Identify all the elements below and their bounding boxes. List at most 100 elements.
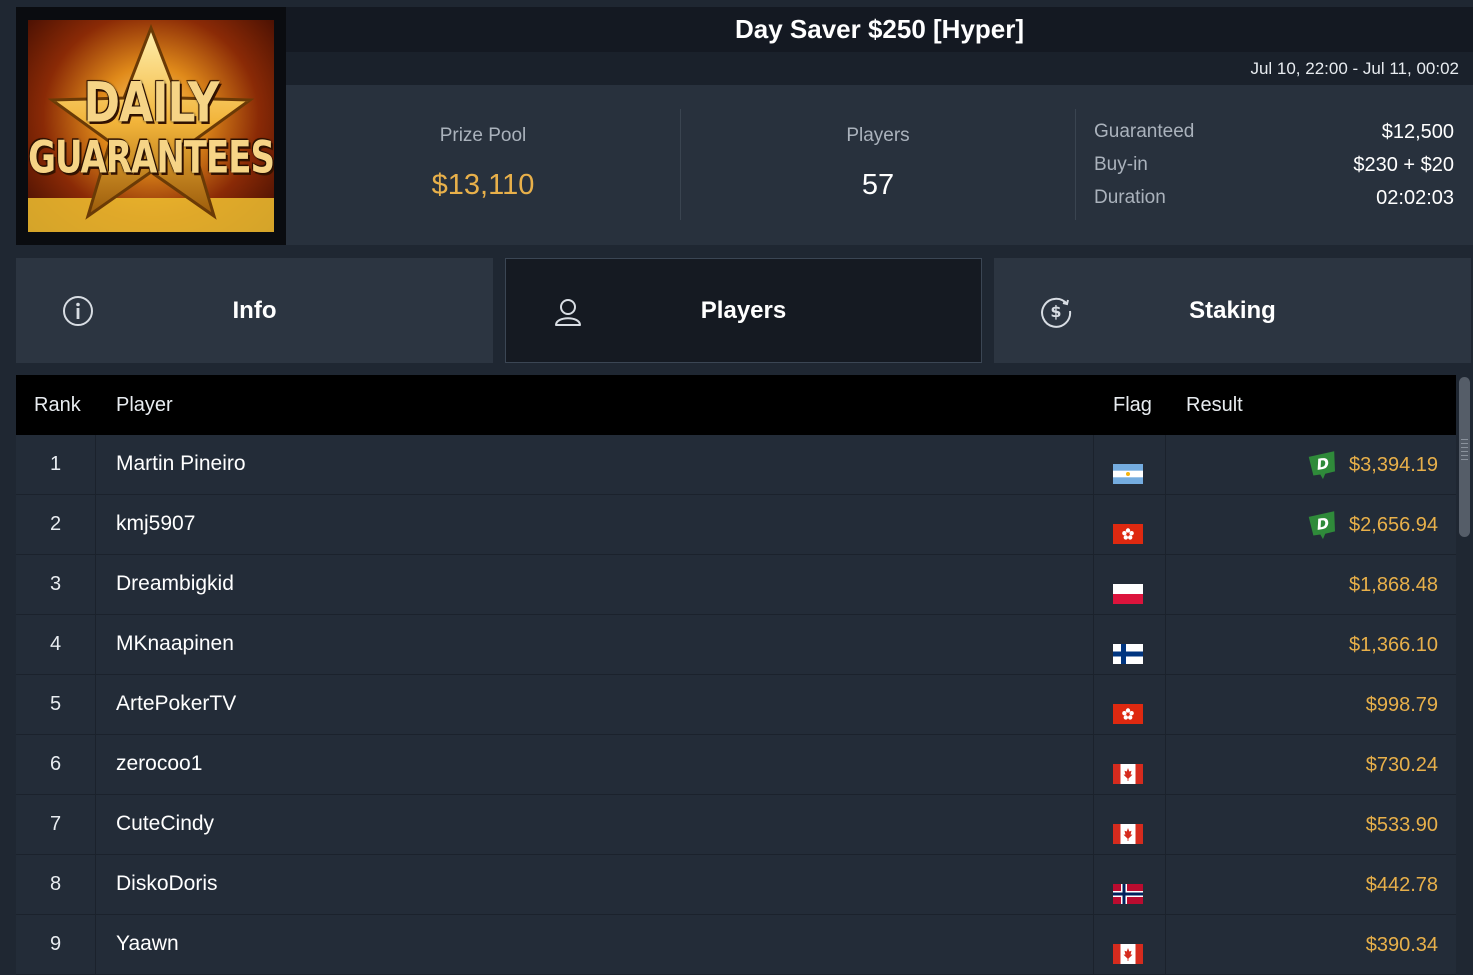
players-stat: Players 57 [681, 109, 1076, 220]
table-row[interactable]: 1 Martin Pineiro D $3,394.19 [16, 435, 1456, 495]
info-icon [63, 296, 93, 326]
scrollbar-thumb[interactable] [1459, 377, 1470, 537]
poland-flag-icon [1113, 571, 1143, 604]
tab-players[interactable]: Players [505, 258, 982, 363]
tab-staking[interactable]: $ Staking [994, 258, 1471, 363]
player-name[interactable]: MKnaapinen [116, 615, 234, 674]
flag-cell [1093, 495, 1166, 554]
result-value: $442.78 [1365, 873, 1438, 896]
flag-cell [1093, 555, 1166, 614]
player-name[interactable]: CuteCindy [116, 795, 214, 854]
result-value: $1,868.48 [1349, 573, 1438, 596]
result-value: $3,394.19 [1349, 453, 1438, 476]
result-cell: $533.90 [1366, 795, 1438, 854]
finland-flag-icon [1113, 631, 1143, 664]
player-name[interactable]: Yaawn [116, 915, 179, 974]
detail-row-buyin: Buy-in $230 + $20 [1094, 150, 1454, 183]
table-header: Rank Player Flag Result [16, 375, 1456, 435]
player-name[interactable]: Dreambigkid [116, 555, 234, 614]
result-value: $533.90 [1365, 813, 1438, 836]
logo-text-line2: GUARANTEES [28, 132, 274, 184]
rank-cell: 8 [16, 855, 96, 914]
result-cell: D $2,656.94 [1307, 495, 1438, 554]
result-cell: $1,868.48 [1349, 555, 1438, 614]
column-header-flag[interactable]: Flag [1113, 375, 1152, 435]
rank-cell: 3 [16, 555, 96, 614]
detail-key: Duration [1094, 187, 1166, 208]
prize-pool-stat: Prize Pool $13,110 [286, 109, 681, 220]
flag-cell [1093, 855, 1166, 914]
table-row[interactable]: 6 zerocoo1 $730.24 [16, 735, 1456, 795]
detail-row-guaranteed: Guaranteed $12,500 [1094, 117, 1454, 150]
d-badge-icon: D [1308, 450, 1336, 479]
result-cell: $730.24 [1366, 735, 1438, 794]
scrollbar[interactable] [1456, 375, 1473, 975]
hong-kong-flag-icon [1113, 511, 1143, 544]
rank-cell: 5 [16, 675, 96, 734]
detail-row-duration: Duration 02:02:03 [1094, 183, 1454, 216]
result-value: $2,656.94 [1349, 513, 1438, 536]
logo-text-line1: DAILY [83, 71, 220, 136]
result-cell: $998.79 [1366, 675, 1438, 734]
title-bar: Day Saver $250 [Hyper] [286, 7, 1473, 52]
tournament-logo: DAILY GUARANTEES [16, 7, 286, 245]
column-header-rank[interactable]: Rank [34, 375, 81, 435]
flag-cell [1093, 795, 1166, 854]
result-cell: $390.34 [1366, 915, 1438, 974]
svg-text:$: $ [1050, 302, 1061, 321]
flag-cell [1093, 675, 1166, 734]
daily-guarantees-logo: DAILY GUARANTEES [28, 20, 274, 232]
dollar-coin-icon: $ [1041, 297, 1072, 328]
canada-flag-icon [1113, 751, 1143, 784]
table-row[interactable]: 2 kmj5907 D $2,656.94 [16, 495, 1456, 555]
rank-cell: 2 [16, 495, 96, 554]
players-table: Rank Player Flag Result 1 Martin Pineiro D… [16, 375, 1456, 975]
tournament-title: Day Saver $250 [Hyper] [734, 14, 1025, 44]
svg-text:D: D [1315, 454, 1330, 474]
argentina-flag-icon [1113, 451, 1143, 484]
table-row[interactable]: 8 DiskoDoris $442.78 [16, 855, 1456, 915]
flag-cell [1093, 915, 1166, 974]
tournament-dates: Jul 10, 22:00 - Jul 11, 00:02 [286, 52, 1473, 85]
tab-info[interactable]: Info [16, 258, 493, 363]
result-cell: $1,366.10 [1349, 615, 1438, 674]
canada-flag-icon [1113, 931, 1143, 964]
player-name[interactable]: kmj5907 [116, 495, 195, 554]
players-value: 57 [861, 169, 895, 201]
table-row[interactable]: 9 Yaawn $390.34 [16, 915, 1456, 975]
player-name[interactable]: DiskoDoris [116, 855, 218, 914]
user-icon [555, 299, 581, 326]
tournament-details: Guaranteed $12,500 Buy-in $230 + $20 Dur… [1094, 117, 1454, 216]
detail-value: 02:02:03 [1376, 187, 1454, 209]
player-name[interactable]: zerocoo1 [116, 735, 202, 794]
d-badge-icon: D [1308, 510, 1336, 539]
result-cell: D $3,394.19 [1307, 435, 1438, 494]
rank-cell: 4 [16, 615, 96, 674]
player-name[interactable]: Martin Pineiro [116, 435, 246, 494]
column-header-result[interactable]: Result [1186, 375, 1243, 435]
table-row[interactable]: 4 MKnaapinen $1,366.10 [16, 615, 1456, 675]
table-body: 1 Martin Pineiro D $3,394.19 2 kmj5907 D $2,656… [16, 435, 1456, 975]
rank-cell: 9 [16, 915, 96, 974]
player-name[interactable]: ArtePokerTV [116, 675, 236, 734]
detail-key: Buy-in [1094, 154, 1148, 175]
rank-cell: 1 [16, 435, 96, 494]
stats-panel: Prize Pool $13,110 Players 57 Guaranteed… [286, 85, 1473, 245]
svg-text:D: D [1315, 514, 1330, 534]
detail-value: $12,500 [1381, 121, 1454, 143]
result-value: $1,366.10 [1349, 633, 1438, 656]
hong-kong-flag-icon [1113, 691, 1143, 724]
result-cell: $442.78 [1366, 855, 1438, 914]
prize-pool-label: Prize Pool [439, 125, 527, 146]
flag-cell [1093, 435, 1166, 494]
table-row[interactable]: 5 ArtePokerTV $998.79 [16, 675, 1456, 735]
table-row[interactable]: 7 CuteCindy $533.90 [16, 795, 1456, 855]
players-label: Players [846, 125, 910, 146]
flag-cell [1093, 735, 1166, 794]
table-row[interactable]: 3 Dreambigkid $1,868.48 [16, 555, 1456, 615]
result-value: $998.79 [1365, 693, 1438, 716]
flag-cell [1093, 615, 1166, 674]
column-header-player[interactable]: Player [116, 375, 173, 435]
norway-flag-icon [1113, 871, 1143, 904]
rank-cell: 7 [16, 795, 96, 854]
